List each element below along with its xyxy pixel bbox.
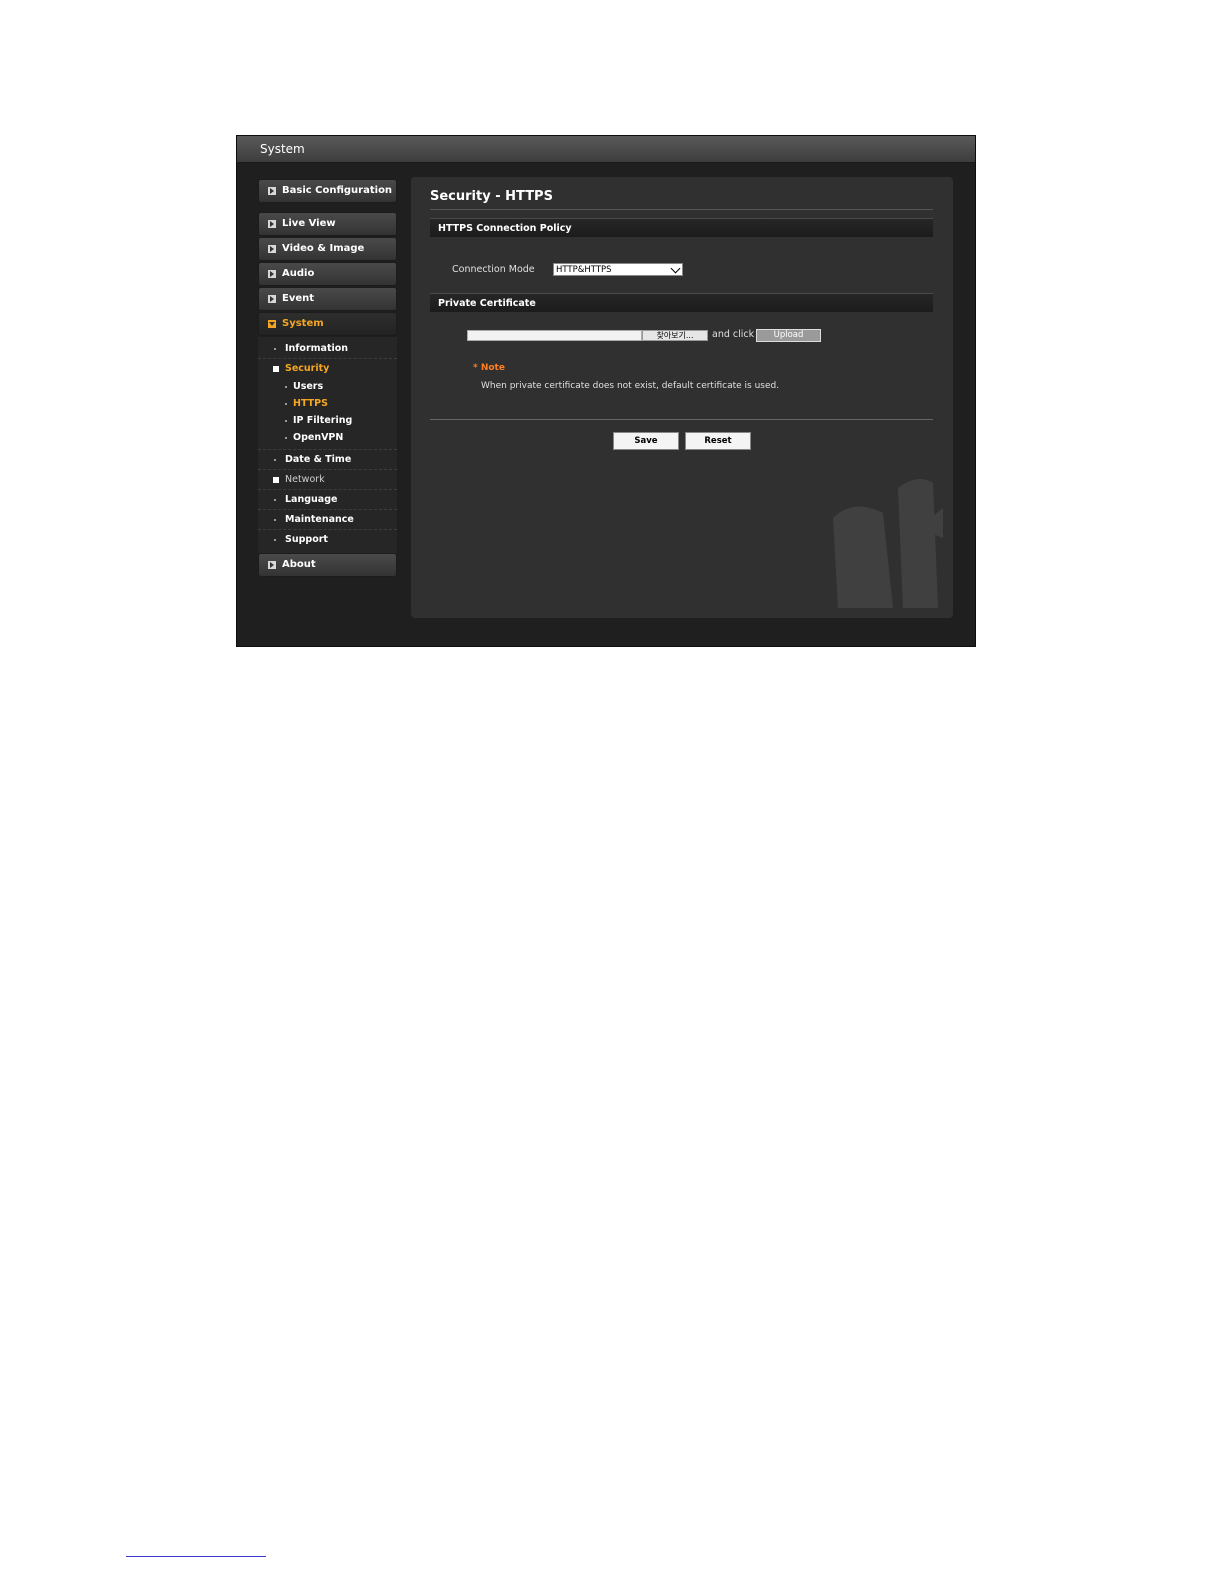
sidebar-item-basic-configuration[interactable]: Basic Configuration (258, 179, 397, 203)
submenu-label: Users (293, 381, 324, 392)
submenu-label: Language (285, 494, 338, 505)
sidebar-item-label: Audio (282, 268, 315, 279)
square-bullet-icon (273, 477, 279, 483)
reset-button[interactable]: Reset (685, 432, 751, 450)
bullet-icon (285, 420, 287, 422)
note-title: * Note (473, 363, 505, 373)
submenu-item-network[interactable]: Network (258, 470, 397, 490)
divider (430, 209, 933, 210)
submenu-item-openvpn[interactable]: OpenVPN (258, 429, 397, 450)
divider (430, 419, 933, 420)
submenu-item-users[interactable]: Users (258, 378, 397, 395)
sidebar-item-label: Video & Image (282, 243, 365, 254)
sidebar: Basic Configuration Live View Video & Im… (258, 179, 397, 578)
connection-mode-label: Connection Mode (452, 264, 535, 275)
submenu-label: Network (285, 474, 325, 485)
submenu-label: Security (285, 363, 330, 374)
sidebar-item-label: Event (282, 293, 315, 304)
arrow-right-icon (268, 270, 276, 278)
bullet-icon (274, 499, 276, 501)
sidebar-item-label: Basic Configuration (282, 185, 393, 196)
arrow-right-icon (268, 187, 276, 195)
submenu-label: Date & Time (285, 454, 352, 465)
submenu-item-information[interactable]: Information (258, 339, 397, 359)
arrow-right-icon (268, 561, 276, 569)
arrow-right-icon (268, 245, 276, 253)
footnote-separator (126, 1556, 266, 1557)
bullet-icon (285, 386, 287, 388)
section-header-private-certificate: Private Certificate (430, 293, 933, 312)
content-panel: Security - HTTPS HTTPS Connection Policy… (411, 177, 953, 618)
submenu-item-support[interactable]: Support (258, 530, 397, 549)
submenu-item-date-time[interactable]: Date & Time (258, 450, 397, 470)
sidebar-item-live-view[interactable]: Live View (258, 212, 397, 236)
submenu-item-ip-filtering[interactable]: IP Filtering (258, 412, 397, 429)
submenu-label: HTTPS (293, 398, 328, 409)
connection-mode-select[interactable]: HTTP&HTTPS (553, 263, 683, 276)
bullet-icon (274, 348, 276, 350)
arrow-down-icon (268, 320, 276, 328)
sidebar-item-label: About (282, 559, 316, 570)
submenu-item-security[interactable]: Security (258, 359, 397, 378)
submenu-label: Support (285, 534, 328, 545)
bullet-icon (274, 539, 276, 541)
submenu-item-language[interactable]: Language (258, 490, 397, 510)
bullet-icon (285, 437, 287, 439)
certificate-file-input[interactable] (467, 330, 642, 341)
sidebar-item-audio[interactable]: Audio (258, 262, 397, 286)
note-text: When private certificate does not exist,… (481, 381, 780, 391)
sidebar-item-about[interactable]: About (258, 553, 397, 577)
bullet-icon (274, 459, 276, 461)
arrow-right-icon (268, 220, 276, 228)
submenu-label: IP Filtering (293, 415, 353, 426)
system-window: System Basic Configuration Live View Vid… (237, 136, 975, 646)
submenu-item-maintenance[interactable]: Maintenance (258, 510, 397, 530)
upload-button[interactable]: Upload (756, 329, 821, 342)
sidebar-item-video-image[interactable]: Video & Image (258, 237, 397, 261)
submenu-item-https[interactable]: HTTPS (258, 395, 397, 412)
browse-button[interactable]: 찾아보기... (642, 330, 708, 341)
bullet-icon (285, 403, 287, 405)
page-title: Security - HTTPS (430, 189, 553, 204)
sidebar-item-event[interactable]: Event (258, 287, 397, 311)
submenu-label: Information (285, 343, 349, 354)
arrow-right-icon (268, 295, 276, 303)
system-submenu: Information Security Users HTTPS IP Filt… (258, 337, 397, 553)
sidebar-item-label: Live View (282, 218, 336, 229)
square-bullet-icon (273, 366, 279, 372)
save-button[interactable]: Save (613, 432, 679, 450)
watermark-logo-icon (833, 479, 943, 608)
submenu-label: OpenVPN (293, 432, 344, 443)
sidebar-item-label: System (282, 318, 324, 329)
window-title: System (237, 136, 975, 163)
section-header-connection-policy: HTTPS Connection Policy (430, 218, 933, 237)
select-value: HTTP&HTTPS (556, 265, 612, 275)
and-click-text: and click (712, 329, 755, 340)
chevron-down-icon (670, 263, 681, 274)
submenu-label: Maintenance (285, 514, 354, 525)
bullet-icon (274, 519, 276, 521)
sidebar-item-system[interactable]: System (258, 312, 397, 336)
